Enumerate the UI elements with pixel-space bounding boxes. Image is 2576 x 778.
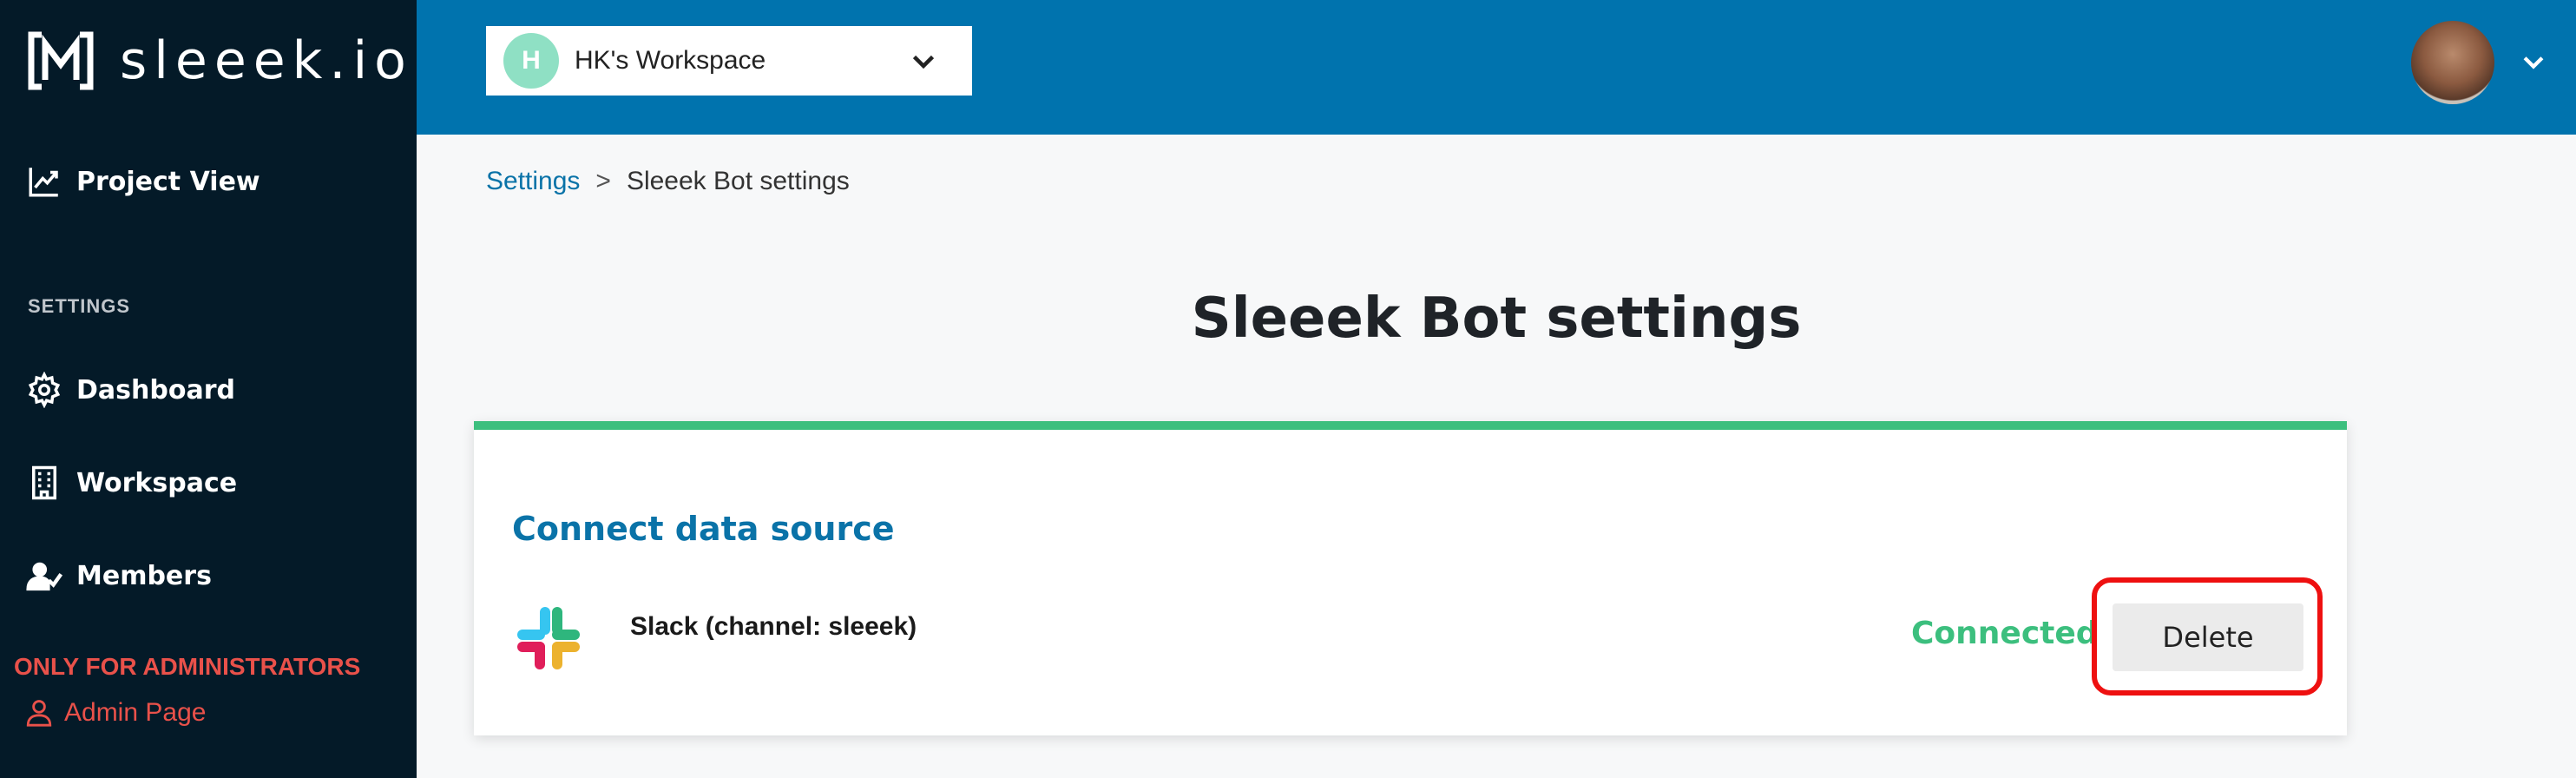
building-icon (32, 465, 56, 500)
nav-project-view[interactable]: Project View (26, 163, 260, 200)
delete-button[interactable]: Delete (2113, 603, 2303, 671)
settings-section-label: SETTINGS (28, 295, 131, 317)
page-title: Sleeek Bot settings (1191, 287, 1802, 351)
admin-section-label: ONLY FOR ADMINISTRATORS (14, 653, 361, 680)
sidebar-item-label: Workspace (76, 467, 238, 498)
breadcrumb-settings-link[interactable]: Settings (486, 167, 580, 196)
user-icon (26, 700, 52, 727)
chevron-down-icon (912, 55, 935, 69)
workspace-name: HK's Workspace (575, 46, 766, 75)
top-bar: H HK's Workspace (417, 0, 2576, 135)
sidebar-item-workspace[interactable]: Workspace (26, 465, 237, 501)
sidebar-item-label: Dashboard (76, 374, 235, 405)
source-name: Slack (channel: sleeek) (630, 612, 917, 641)
gear-icon (28, 372, 61, 408)
workspace-selector[interactable]: H HK's Workspace (486, 26, 972, 96)
chevron-down-icon[interactable] (2519, 47, 2548, 76)
card-heading: Connect data source (512, 510, 895, 548)
user-avatar[interactable] (2411, 21, 2494, 104)
admin-page-label: Admin Page (64, 698, 207, 727)
trend-chart-icon (29, 168, 58, 197)
breadcrumb-current: Sleeek Bot settings (626, 167, 850, 195)
slack-icon (517, 607, 580, 669)
user-check-icon (26, 562, 62, 591)
nav-project-view-label: Project View (76, 166, 260, 197)
sidebar-item-members[interactable]: Members (26, 557, 212, 594)
logo[interactable]: sleeek.io (26, 30, 413, 92)
status-badge: Connected (1911, 616, 2099, 651)
sleeek-logo-icon (28, 31, 94, 90)
data-source-card: Connect data source Slack (channel: slee… (474, 421, 2347, 735)
workspace-avatar: H (503, 33, 559, 89)
breadcrumb-separator: > (595, 167, 611, 195)
sidebar-item-dashboard[interactable]: Dashboard (26, 372, 235, 408)
admin-page-link[interactable]: Admin Page (24, 698, 206, 728)
logo-text: sleeek.io (120, 30, 413, 91)
breadcrumb: Settings > Sleeek Bot settings (486, 167, 850, 196)
sidebar-item-label: Members (76, 560, 212, 591)
sidebar: sleeek.io Project View SETTINGS Dashboar… (0, 0, 417, 778)
